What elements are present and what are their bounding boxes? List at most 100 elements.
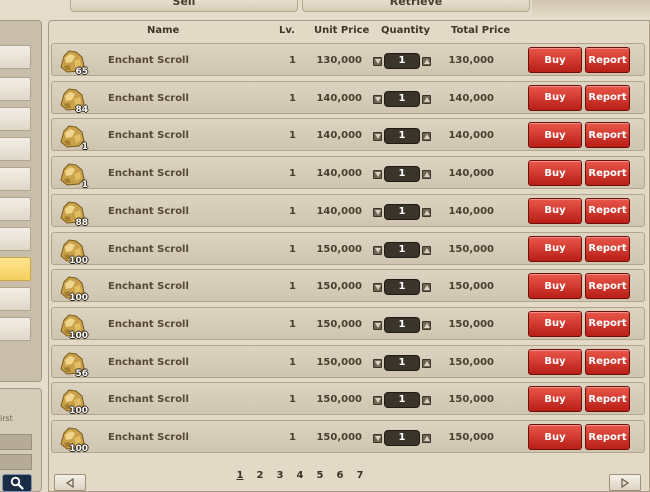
category-slot[interactable] [0,287,31,311]
category-slot[interactable] [0,317,31,341]
quantity-input[interactable]: 1 [384,354,420,371]
quantity-input[interactable]: 1 [384,279,420,296]
buy-button[interactable]: Buy [528,386,582,413]
quantity-increase-button[interactable] [422,320,431,330]
quantity-input[interactable]: 1 [384,90,420,107]
report-button[interactable]: Report [585,122,630,149]
table-row[interactable]: 84 Enchant Scroll 1 140,000 1 140,000 Buy Repor… [51,80,645,115]
buy-button[interactable]: Buy [528,47,582,73]
buy-button[interactable]: Buy [528,84,582,111]
quantity-decrease-button[interactable] [373,94,382,104]
report-button[interactable]: Report [585,348,630,375]
search-button[interactable] [2,474,32,492]
tab-sell[interactable]: Sell [70,0,298,12]
quantity-increase-button[interactable] [422,434,431,443]
quantity-increase-button[interactable] [422,57,431,66]
gold-ore-icon[interactable]: 1 [58,122,88,152]
table-row[interactable]: 100 Enchant Scroll 1 150,000 1 150,000 Buy Repo… [51,420,645,454]
buy-button[interactable]: Buy [528,235,582,262]
quantity-decrease-button[interactable] [373,170,382,180]
quantity-decrease-button[interactable] [373,283,382,293]
buy-button[interactable]: Buy [528,122,582,149]
report-button[interactable]: Report [585,197,630,224]
category-slot[interactable] [0,167,31,191]
page-link[interactable]: 7 [350,470,370,484]
gold-ore-icon[interactable]: 100 [58,236,88,266]
category-slot[interactable] [0,137,31,161]
quantity-increase-button[interactable] [422,170,431,180]
category-slot[interactable] [0,197,31,221]
report-button[interactable]: Report [585,47,630,73]
table-row[interactable]: 100 Enchant Scroll 1 150,000 1 150,000 Buy Repo… [51,306,645,341]
quantity-input[interactable]: 1 [384,203,420,220]
report-button[interactable]: Report [585,84,630,111]
quantity-input[interactable]: 1 [384,316,420,333]
buy-button[interactable]: Buy [528,273,582,300]
report-button[interactable]: Report [585,310,630,337]
report-button[interactable]: Report [585,386,630,413]
quantity-decrease-button[interactable] [373,245,382,255]
table-row[interactable]: 100 Enchant Scroll 1 150,000 1 150,000 Buy Repo… [51,231,645,266]
page-link[interactable]: 1 [230,470,250,484]
gold-ore-icon[interactable]: 88 [58,198,88,228]
quantity-decrease-button[interactable] [373,358,382,368]
quantity-input[interactable]: 1 [384,128,420,145]
report-button[interactable]: Report [585,235,630,262]
table-row[interactable]: 100 Enchant Scroll 1 150,000 1 150,000 Buy Repo… [51,269,645,303]
page-link[interactable]: 2 [250,470,270,484]
gold-ore-icon[interactable]: 100 [58,273,88,303]
table-row[interactable]: 88 Enchant Scroll 1 140,000 1 140,000 Buy Repor… [51,193,645,228]
quantity-decrease-button[interactable] [373,207,382,217]
quantity-decrease-button[interactable] [373,57,382,66]
table-row[interactable]: 100 Enchant Scroll 1 150,000 1 150,000 Buy Repo… [51,382,645,416]
page-link[interactable]: 6 [330,470,350,484]
gold-ore-icon[interactable]: 84 [58,85,88,115]
gold-ore-icon[interactable]: 100 [58,386,88,416]
quantity-increase-button[interactable] [422,358,431,368]
quantity-decrease-button[interactable] [373,434,382,443]
quantity-increase-button[interactable] [422,94,431,104]
gold-ore-icon[interactable]: 56 [58,349,88,379]
gold-ore-icon[interactable]: 100 [58,424,88,454]
buy-button[interactable]: Buy [528,197,582,224]
quantity-input[interactable]: 1 [384,53,420,69]
table-row[interactable]: 1 Enchant Scroll 1 140,000 1 140,000 Buy Report [51,118,645,152]
buy-button[interactable]: Buy [528,424,582,450]
quantity-decrease-button[interactable] [373,396,382,406]
report-button[interactable]: Report [585,424,630,450]
category-slot[interactable] [0,227,31,251]
page-link[interactable]: 5 [310,470,330,484]
quantity-increase-button[interactable] [422,132,431,142]
buy-button[interactable]: Buy [528,160,582,187]
quantity-increase-button[interactable] [422,207,431,217]
page-link[interactable]: 4 [290,470,310,484]
category-slot[interactable] [0,107,31,131]
next-page-button[interactable] [609,474,641,491]
quantity-input[interactable]: 1 [384,241,420,258]
buy-button[interactable]: Buy [528,348,582,375]
filter-input[interactable] [0,434,32,450]
quantity-input[interactable]: 1 [384,430,420,446]
buy-button[interactable]: Buy [528,310,582,337]
quantity-input[interactable]: 1 [384,392,420,409]
category-slot[interactable] [0,77,31,101]
quantity-decrease-button[interactable] [373,320,382,330]
table-row[interactable]: 65 Enchant Scroll 1 130,000 1 130,000 Buy Repor… [51,43,645,77]
table-row[interactable]: 1 Enchant Scroll 1 140,000 1 140,000 Buy Report [51,156,645,190]
gold-ore-icon[interactable]: 1 [58,160,88,190]
filter-input[interactable] [0,454,32,470]
category-slot[interactable] [0,45,31,69]
quantity-input[interactable]: 1 [384,166,420,183]
report-button[interactable]: Report [585,273,630,300]
page-link[interactable]: 3 [270,470,290,484]
gold-ore-icon[interactable]: 100 [58,311,88,341]
quantity-increase-button[interactable] [422,245,431,255]
category-slot-selected[interactable] [0,257,31,281]
table-row[interactable]: 56 Enchant Scroll 1 150,000 1 150,000 Buy Repor… [51,344,645,379]
prev-page-button[interactable] [54,474,86,491]
quantity-increase-button[interactable] [422,396,431,406]
quantity-increase-button[interactable] [422,283,431,293]
gold-ore-icon[interactable]: 65 [58,47,88,77]
tab-retrieve[interactable]: Retrieve [302,0,530,12]
quantity-decrease-button[interactable] [373,132,382,142]
